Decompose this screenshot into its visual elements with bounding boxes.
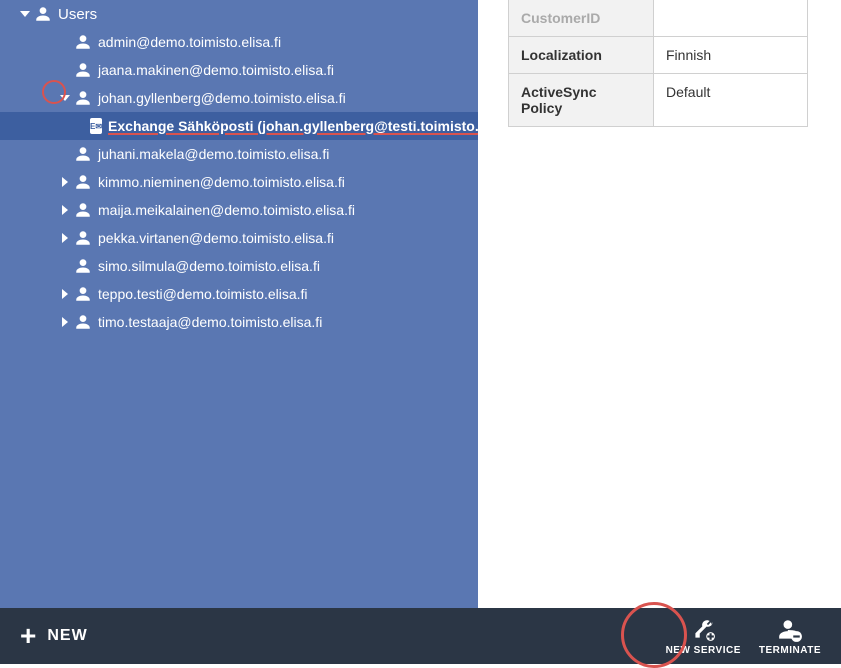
- terminate-button[interactable]: TERMINATE: [759, 617, 821, 656]
- collapse-icon[interactable]: [60, 93, 70, 103]
- detail-value: [654, 0, 808, 37]
- new-service-button[interactable]: NEW SERVICE: [666, 617, 741, 656]
- tree-user-item[interactable]: admin@demo.toimisto.elisa.fi: [0, 28, 478, 56]
- new-button[interactable]: + NEW: [20, 627, 88, 645]
- tree-item-label: admin@demo.toimisto.elisa.fi: [98, 34, 281, 50]
- user-icon: [74, 145, 92, 163]
- toggle-placeholder: [60, 65, 70, 75]
- user-icon: [74, 257, 92, 275]
- user-icon: [74, 229, 92, 247]
- tree-item-label: teppo.testi@demo.toimisto.elisa.fi: [98, 286, 308, 302]
- tree-root-users[interactable]: Users: [0, 0, 478, 28]
- main-area: Usersadmin@demo.toimisto.elisa.fi jaana.m…: [0, 0, 841, 608]
- detail-value: Finnish: [654, 37, 808, 74]
- tree-user-item[interactable]: simo.silmula@demo.toimisto.elisa.fi: [0, 252, 478, 280]
- user-icon: [34, 5, 52, 23]
- tree-item-label: simo.silmula@demo.toimisto.elisa.fi: [98, 258, 320, 274]
- user-icon: [74, 61, 92, 79]
- tree-user-item[interactable]: kimmo.nieminen@demo.toimisto.elisa.fi: [0, 168, 478, 196]
- expand-icon[interactable]: [60, 233, 70, 243]
- expand-icon[interactable]: [60, 289, 70, 299]
- exchange-icon: E✉: [90, 118, 102, 134]
- detail-key: Localization: [509, 37, 654, 74]
- new-service-label: NEW SERVICE: [666, 645, 741, 656]
- user-minus-icon: [777, 617, 803, 643]
- detail-value: Default: [654, 74, 808, 127]
- user-icon: [74, 33, 92, 51]
- wrench-plus-icon: [690, 617, 716, 643]
- tree-service-item[interactable]: E✉ Exchange Sähköposti (johan.gyllenberg@…: [0, 112, 478, 140]
- bottom-actions: NEW SERVICE TERMINATE: [666, 617, 821, 656]
- detail-row: ActiveSync PolicyDefault: [509, 74, 808, 127]
- tree-item-label: juhani.makela@demo.toimisto.elisa.fi: [98, 146, 329, 162]
- user-icon: [74, 313, 92, 331]
- detail-row: LocalizationFinnish: [509, 37, 808, 74]
- user-icon: [74, 285, 92, 303]
- detail-row: CustomerID: [509, 0, 808, 37]
- toggle-placeholder: [60, 149, 70, 159]
- tree-item-label: pekka.virtanen@demo.toimisto.elisa.fi: [98, 230, 334, 246]
- detail-key: CustomerID: [509, 0, 654, 37]
- tree-user-item[interactable]: teppo.testi@demo.toimisto.elisa.fi: [0, 280, 478, 308]
- tree-item-label: Exchange Sähköposti (johan.gyllenberg@te…: [108, 118, 478, 134]
- expand-icon[interactable]: [60, 177, 70, 187]
- toggle-placeholder: [60, 261, 70, 271]
- user-tree-pane: Usersadmin@demo.toimisto.elisa.fi jaana.m…: [0, 0, 478, 608]
- detail-table: CustomerIDLocalizationFinnishActiveSync …: [508, 0, 808, 127]
- detail-key: ActiveSync Policy: [509, 74, 654, 127]
- tree-item-label: maija.meikalainen@demo.toimisto.elisa.fi: [98, 202, 355, 218]
- detail-pane: CustomerIDLocalizationFinnishActiveSync …: [478, 0, 841, 608]
- tree-item-label: Users: [58, 6, 97, 23]
- tree-item-label: johan.gyllenberg@demo.toimisto.elisa.fi: [98, 90, 346, 106]
- tree-user-item[interactable]: juhani.makela@demo.toimisto.elisa.fi: [0, 140, 478, 168]
- expand-icon[interactable]: [60, 205, 70, 215]
- tree-user-item[interactable]: pekka.virtanen@demo.toimisto.elisa.fi: [0, 224, 478, 252]
- expand-icon[interactable]: [60, 317, 70, 327]
- user-icon: [74, 89, 92, 107]
- user-icon: [74, 201, 92, 219]
- new-button-label: NEW: [47, 627, 87, 645]
- terminate-label: TERMINATE: [759, 645, 821, 656]
- tree-item-label: jaana.makinen@demo.toimisto.elisa.fi: [98, 62, 334, 78]
- user-icon: [74, 173, 92, 191]
- tree-item-label: timo.testaaja@demo.toimisto.elisa.fi: [98, 314, 322, 330]
- tree-user-item[interactable]: timo.testaaja@demo.toimisto.elisa.fi: [0, 308, 478, 336]
- tree-user-item[interactable]: maija.meikalainen@demo.toimisto.elisa.fi: [0, 196, 478, 224]
- toggle-placeholder: [60, 37, 70, 47]
- collapse-icon[interactable]: [20, 9, 30, 19]
- bottom-toolbar: + NEW NEW SERVICE TERMINATE: [0, 608, 841, 664]
- tree-user-item[interactable]: jaana.makinen@demo.toimisto.elisa.fi: [0, 56, 478, 84]
- tree-user-item[interactable]: johan.gyllenberg@demo.toimisto.elisa.fi: [0, 84, 478, 112]
- tree-item-label: kimmo.nieminen@demo.toimisto.elisa.fi: [98, 174, 345, 190]
